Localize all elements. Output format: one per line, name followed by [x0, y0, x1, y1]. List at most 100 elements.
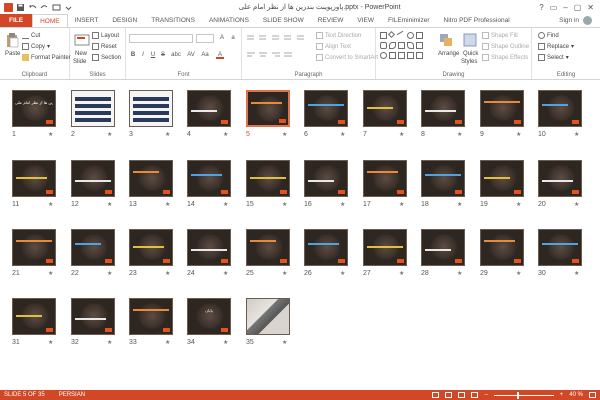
tab-insert[interactable]: INSERT [68, 14, 106, 27]
oval-shape-icon[interactable] [407, 32, 414, 39]
reading-view-icon[interactable] [458, 392, 466, 398]
font-name-field[interactable] [129, 34, 193, 43]
strikethrough-button[interactable]: S [159, 51, 167, 59]
triangle-shape-icon[interactable] [407, 52, 414, 59]
circle-shape-icon[interactable] [380, 52, 387, 59]
curve-shape-icon[interactable] [389, 42, 396, 49]
slide-animation-star-icon[interactable]: ★ [399, 201, 404, 208]
slide-animation-star-icon[interactable]: ★ [48, 339, 53, 346]
alignment-buttons-icon[interactable] [246, 51, 310, 59]
section-button[interactable]: Section [92, 54, 121, 61]
slide-thumbnail[interactable] [480, 160, 524, 197]
bold-button[interactable]: B [129, 51, 137, 59]
slide-thumbnail[interactable] [538, 160, 582, 197]
callout-shape-icon[interactable] [407, 42, 414, 49]
slide-thumbnail[interactable] [187, 229, 231, 266]
shape-outline-button[interactable]: Shape Outline [482, 43, 529, 50]
start-slideshow-icon[interactable] [52, 3, 61, 12]
brace-shape-icon[interactable] [389, 52, 396, 59]
slide-animation-star-icon[interactable]: ★ [282, 270, 287, 277]
slide-animation-star-icon[interactable]: ★ [107, 270, 112, 277]
slide-thumbnail[interactable]: بندرین ها از نظر امام علی [12, 90, 56, 127]
tab-transitions[interactable]: TRANSITIONS [144, 14, 202, 27]
rounded-rect-shape-icon[interactable] [380, 42, 387, 49]
zoom-out-button[interactable]: – [484, 392, 487, 398]
tab-design[interactable]: DESIGN [105, 14, 144, 27]
slide-animation-star-icon[interactable]: ★ [399, 131, 404, 138]
slide-thumbnail[interactable] [480, 229, 524, 266]
slide-thumbnail[interactable] [12, 298, 56, 335]
slide-animation-star-icon[interactable]: ★ [574, 131, 579, 138]
ribbon-display-options-icon[interactable]: ▭ [550, 3, 558, 12]
shapes-gallery[interactable] [380, 30, 436, 64]
bracket-shape-icon[interactable] [398, 52, 405, 59]
reset-button[interactable]: Reset [92, 43, 117, 50]
slide-animation-star-icon[interactable]: ★ [107, 131, 112, 138]
italic-button[interactable]: I [139, 51, 147, 59]
font-size-field[interactable] [196, 34, 214, 43]
slide-thumbnail[interactable] [363, 229, 407, 266]
slide-thumbnail[interactable] [71, 90, 115, 127]
slide-animation-star-icon[interactable]: ★ [574, 270, 579, 277]
shrink-font-button[interactable]: a [229, 34, 237, 42]
slide-thumbnail[interactable] [304, 160, 348, 197]
new-slide-button-line2[interactable]: Slide [73, 59, 86, 65]
slide-animation-star-icon[interactable]: ★ [165, 131, 170, 138]
font-color-button[interactable]: A [216, 51, 224, 59]
slide-animation-star-icon[interactable]: ★ [48, 270, 53, 277]
star-shape-icon[interactable] [416, 42, 423, 49]
select-button[interactable]: Select ▾ [538, 54, 569, 61]
slide-animation-star-icon[interactable]: ★ [340, 201, 345, 208]
slide-animation-star-icon[interactable]: ★ [165, 201, 170, 208]
slide-animation-star-icon[interactable]: ★ [340, 131, 345, 138]
slide-thumbnail[interactable] [71, 229, 115, 266]
slide-animation-star-icon[interactable]: ★ [574, 201, 579, 208]
slide-thumbnail[interactable] [246, 160, 290, 197]
slide-animation-star-icon[interactable]: ★ [516, 201, 521, 208]
slide-animation-star-icon[interactable]: ★ [48, 131, 53, 138]
quick-styles-button[interactable]: Quick [463, 51, 478, 57]
zoom-level[interactable]: 40 % [569, 392, 583, 398]
slideshow-view-icon[interactable] [471, 392, 479, 398]
find-button[interactable]: Find [538, 32, 559, 39]
slide-animation-star-icon[interactable]: ★ [223, 339, 228, 346]
slide-animation-star-icon[interactable]: ★ [282, 201, 287, 208]
close-icon[interactable]: ✕ [587, 3, 594, 12]
arrange-icon[interactable] [438, 32, 454, 48]
zoom-slider[interactable] [493, 391, 554, 399]
sign-in[interactable]: Sign in [559, 14, 600, 27]
slide-animation-star-icon[interactable]: ★ [107, 201, 112, 208]
tab-nitro-pdf[interactable]: Nitro PDF Professional [437, 14, 517, 27]
slide-thumbnail[interactable] [246, 229, 290, 266]
slide-animation-star-icon[interactable]: ★ [223, 201, 228, 208]
slide-thumbnail[interactable] [363, 90, 407, 127]
arrow-shape-icon[interactable] [398, 42, 405, 49]
zoom-slider-thumb[interactable] [516, 391, 519, 399]
quick-styles-button-line2[interactable]: Styles [461, 59, 477, 65]
format-painter-button[interactable]: Format Painter [22, 54, 71, 61]
rectangle-shape-icon[interactable] [380, 32, 387, 39]
slide-thumbnail[interactable]: پایان [187, 298, 231, 335]
slide-thumbnail[interactable] [538, 229, 582, 266]
slide-animation-star-icon[interactable]: ★ [516, 270, 521, 277]
convert-smartart-button[interactable]: Convert to SmartArt [316, 54, 378, 61]
layout-button[interactable]: Layout [92, 32, 119, 39]
slide-thumbnail[interactable] [187, 160, 231, 197]
slide-thumbnail[interactable] [129, 160, 173, 197]
slide-animation-star-icon[interactable]: ★ [457, 131, 462, 138]
tab-home[interactable]: HOME [32, 14, 68, 27]
more-shapes-icon[interactable] [416, 52, 423, 59]
slide-thumbnail[interactable] [480, 90, 524, 127]
quick-styles-icon[interactable] [462, 32, 478, 48]
slide-thumbnail[interactable] [71, 298, 115, 335]
slide-thumbnail[interactable] [246, 298, 290, 335]
textbox-shape-icon[interactable] [416, 32, 423, 39]
zoom-in-button[interactable]: + [560, 392, 564, 398]
slide-thumbnail[interactable] [129, 90, 173, 127]
slide-thumbnail[interactable] [12, 229, 56, 266]
slide-thumbnail[interactable] [538, 90, 582, 127]
shape-fill-button[interactable]: Shape Fill [482, 32, 518, 39]
normal-view-icon[interactable] [432, 392, 440, 398]
tab-animations[interactable]: ANIMATIONS [202, 14, 256, 27]
tab-slide-show[interactable]: SLIDE SHOW [256, 14, 311, 27]
